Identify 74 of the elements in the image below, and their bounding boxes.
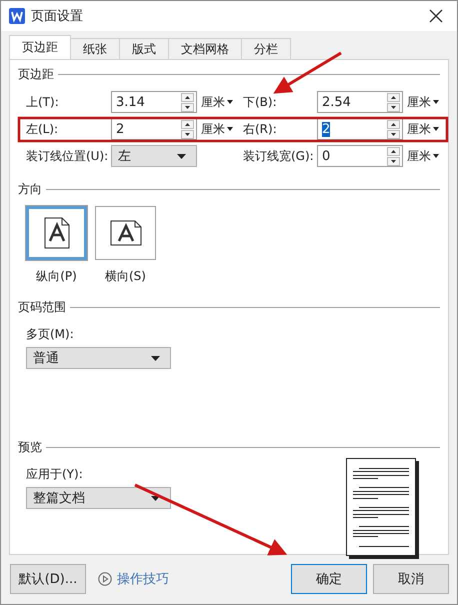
field-value: 2 xyxy=(322,122,330,136)
number-field[interactable]: 0 xyxy=(317,145,403,167)
number-field[interactable]: 2 xyxy=(317,118,403,140)
tab[interactable]: 页边距 xyxy=(9,35,71,59)
orientation-button[interactable] xyxy=(26,206,87,260)
field-label: 左(L): xyxy=(26,120,60,138)
unit-dropdown[interactable]: 厘米 xyxy=(403,148,447,164)
default-button[interactable]: 默认(D)... xyxy=(10,564,86,594)
field-label: 应用于(Y): xyxy=(25,466,84,483)
tips-link[interactable]: 操作技巧 xyxy=(98,570,169,588)
down-caret-icon xyxy=(391,132,396,136)
ok-button[interactable]: 确定 xyxy=(291,564,367,594)
number-field[interactable]: 2.54 xyxy=(317,91,403,113)
number-field[interactable]: 3.14 xyxy=(111,91,197,113)
apply-to-select[interactable]: 整篇文档 xyxy=(26,487,171,509)
up-caret-icon xyxy=(185,122,190,126)
field-label: 右(R): xyxy=(243,120,278,138)
unit-dropdown[interactable]: 厘米 xyxy=(403,120,447,138)
unit-dropdown[interactable]: 厘米 xyxy=(403,94,447,110)
field-value: 2.54 xyxy=(322,94,351,110)
caret-icon xyxy=(227,127,233,131)
spin-up-button[interactable] xyxy=(387,146,400,156)
spin-down-button[interactable] xyxy=(387,130,400,138)
number-field[interactable]: 2 xyxy=(111,118,197,140)
close-icon[interactable] xyxy=(429,9,443,23)
play-icon xyxy=(98,572,112,586)
field-value: 2 xyxy=(116,122,124,136)
tab[interactable]: 分栏 xyxy=(241,38,291,59)
up-caret-icon xyxy=(391,96,396,98)
down-caret-icon xyxy=(391,160,396,162)
cancel-button[interactable]: 取消 xyxy=(373,564,449,594)
gutter-position-select[interactable]: 左 xyxy=(111,145,197,167)
up-caret-icon xyxy=(391,122,396,126)
caret-icon xyxy=(433,127,439,131)
multiple-pages-select[interactable]: 普通 xyxy=(26,347,171,369)
caret-icon xyxy=(151,356,160,360)
spin-up-button[interactable] xyxy=(181,92,194,102)
down-caret-icon xyxy=(185,106,190,108)
orientation-label: 纵向(P) xyxy=(36,268,77,285)
field-label: 多页(M): xyxy=(25,326,75,343)
field-label: 上(T): xyxy=(26,94,60,110)
section-heading: 方向 xyxy=(18,181,42,198)
section-heading: 预览 xyxy=(18,439,42,456)
up-caret-icon xyxy=(391,150,396,152)
field-value: 3.14 xyxy=(116,94,145,110)
caret-icon xyxy=(177,154,186,158)
field-label: 装订线位置(U): xyxy=(26,148,110,164)
spin-down-button[interactable] xyxy=(387,156,400,166)
spin-down-button[interactable] xyxy=(181,102,194,112)
caret-icon xyxy=(151,496,160,500)
orientation-button[interactable] xyxy=(95,206,156,260)
portrait-page-icon xyxy=(44,217,70,249)
section-heading: 页码范围 xyxy=(18,299,66,316)
down-caret-icon xyxy=(185,132,190,136)
spin-up-button[interactable] xyxy=(387,120,400,128)
landscape-page-icon xyxy=(110,220,142,246)
spin-up-button[interactable] xyxy=(387,92,400,102)
orientation-label: 横向(S) xyxy=(105,268,146,285)
caret-icon xyxy=(433,154,439,158)
caret-icon xyxy=(227,100,233,104)
unit-dropdown[interactable]: 厘米 xyxy=(197,94,243,110)
spin-down-button[interactable] xyxy=(387,102,400,112)
field-label: 装订线宽(G): xyxy=(243,148,315,164)
field-label: 下(B): xyxy=(243,94,278,110)
app-logo-icon xyxy=(9,8,25,24)
spin-up-button[interactable] xyxy=(181,120,194,128)
field-value: 0 xyxy=(322,148,330,164)
spin-down-button[interactable] xyxy=(181,130,194,138)
section-heading: 页边距 xyxy=(18,66,54,83)
window-title: 页面设置 xyxy=(31,8,84,25)
up-caret-icon xyxy=(185,96,190,98)
caret-icon xyxy=(433,100,439,104)
down-caret-icon xyxy=(391,106,396,108)
unit-dropdown[interactable]: 厘米 xyxy=(197,120,243,138)
